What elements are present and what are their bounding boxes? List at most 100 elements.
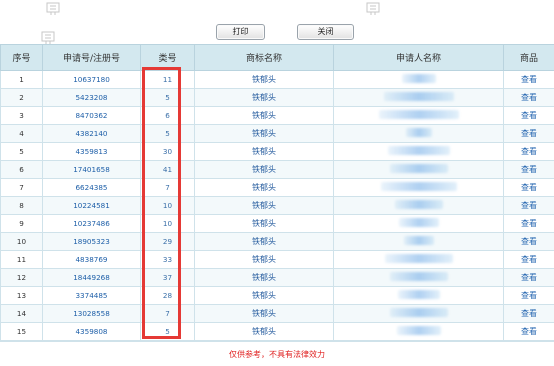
class-number: 7 xyxy=(140,304,195,323)
reg-number: 18905323 xyxy=(42,232,141,251)
mark-name: 铁郁头 xyxy=(194,196,334,215)
class-number: 5 xyxy=(140,322,195,341)
reg-number: 4382140 xyxy=(42,124,141,143)
redacted-applicant xyxy=(396,326,441,335)
applicant-name xyxy=(333,232,504,251)
mark-name: 铁郁头 xyxy=(194,142,334,161)
mark-name: 铁郁头 xyxy=(194,160,334,179)
mark-name: 铁郁头 xyxy=(194,304,334,323)
reg-number: 4838769 xyxy=(42,250,141,269)
redacted-applicant xyxy=(398,218,439,227)
redacted-applicant xyxy=(401,74,436,83)
table-row: 3 8470362 6 铁郁头 查看 xyxy=(0,106,554,125)
redacted-applicant xyxy=(397,290,440,299)
redacted-applicant xyxy=(405,128,432,137)
reg-number: 3374485 xyxy=(42,286,141,305)
class-number: 6 xyxy=(140,106,195,125)
col-header-index: 序号 xyxy=(0,44,43,71)
view-goods-link[interactable]: 查看 xyxy=(503,124,554,143)
mark-name: 铁郁头 xyxy=(194,106,334,125)
view-goods-link[interactable]: 查看 xyxy=(503,160,554,179)
table-row: 10 18905323 29 铁郁头 查看 xyxy=(0,232,554,251)
view-goods-link[interactable]: 查看 xyxy=(503,142,554,161)
print-button[interactable]: 打印 xyxy=(216,24,265,40)
redacted-applicant xyxy=(394,200,443,209)
redacted-applicant xyxy=(387,146,450,155)
class-number: 5 xyxy=(140,124,195,143)
view-goods-link[interactable]: 查看 xyxy=(503,304,554,323)
applicant-name xyxy=(333,106,504,125)
col-header-class: 类号 xyxy=(140,44,195,71)
reg-number: 5423208 xyxy=(42,88,141,107)
reg-number: 13028558 xyxy=(42,304,141,323)
reg-number: 10224581 xyxy=(42,196,141,215)
view-goods-link[interactable]: 查看 xyxy=(503,232,554,251)
applicant-name xyxy=(333,304,504,323)
row-index: 7 xyxy=(0,178,43,197)
mark-name: 铁郁头 xyxy=(194,232,334,251)
col-header-mark-name: 商标名称 xyxy=(194,44,334,71)
applicant-name xyxy=(333,124,504,143)
redacted-applicant xyxy=(383,92,454,101)
mark-name: 铁郁头 xyxy=(194,322,334,341)
view-goods-link[interactable]: 查看 xyxy=(503,178,554,197)
view-goods-link[interactable]: 查看 xyxy=(503,286,554,305)
mark-name: 铁郁头 xyxy=(194,124,334,143)
mark-name: 铁郁头 xyxy=(194,214,334,233)
row-index: 4 xyxy=(0,124,43,143)
view-goods-link[interactable]: 查看 xyxy=(503,106,554,125)
table-row: 5 4359813 30 铁郁头 查看 xyxy=(0,142,554,161)
view-goods-link[interactable]: 查看 xyxy=(503,196,554,215)
class-number: 7 xyxy=(140,178,195,197)
applicant-name xyxy=(333,286,504,305)
redacted-applicant xyxy=(389,164,448,173)
applicant-name xyxy=(333,322,504,341)
emblem-icon xyxy=(366,2,380,16)
redacted-applicant xyxy=(389,272,448,281)
class-number: 10 xyxy=(140,196,195,215)
view-goods-link[interactable]: 查看 xyxy=(503,268,554,287)
view-goods-link[interactable]: 查看 xyxy=(503,88,554,107)
row-index: 12 xyxy=(0,268,43,287)
applicant-name xyxy=(333,250,504,269)
trademark-table: 序号 申请号/注册号 类号 商标名称 申请人名称 商品 1 10637180 11 铁… xyxy=(0,44,554,341)
legal-disclaimer: 仅供参考，不具有法律效力 xyxy=(229,350,325,359)
view-goods-link[interactable]: 查看 xyxy=(503,250,554,269)
col-header-reg-number: 申请号/注册号 xyxy=(42,44,141,71)
row-index: 5 xyxy=(0,142,43,161)
redacted-applicant xyxy=(378,110,459,119)
emblem-icon xyxy=(46,2,60,16)
table-row: 9 10237486 10 铁郁头 查看 xyxy=(0,214,554,233)
row-index: 9 xyxy=(0,214,43,233)
table-row: 8 10224581 10 铁郁头 查看 xyxy=(0,196,554,215)
row-index: 13 xyxy=(0,286,43,305)
row-index: 8 xyxy=(0,196,43,215)
row-index: 14 xyxy=(0,304,43,323)
reg-number: 6624385 xyxy=(42,178,141,197)
class-number: 10 xyxy=(140,214,195,233)
view-goods-link[interactable]: 查看 xyxy=(503,70,554,89)
applicant-name xyxy=(333,142,504,161)
reg-number: 8470362 xyxy=(42,106,141,125)
table-row: 15 4359808 5 铁郁头 查看 xyxy=(0,322,554,341)
table-row: 7 6624385 7 铁郁头 查看 xyxy=(0,178,554,197)
reg-number: 17401658 xyxy=(42,160,141,179)
table-row: 6 17401658 41 铁郁头 查看 xyxy=(0,160,554,179)
reg-number: 18449268 xyxy=(42,268,141,287)
close-button[interactable]: 关闭 xyxy=(297,24,354,40)
applicant-name xyxy=(333,178,504,197)
mark-name: 铁郁头 xyxy=(194,178,334,197)
applicant-name xyxy=(333,88,504,107)
view-goods-link[interactable]: 查看 xyxy=(503,322,554,341)
row-index: 3 xyxy=(0,106,43,125)
applicant-name xyxy=(333,160,504,179)
view-goods-link[interactable]: 查看 xyxy=(503,214,554,233)
mark-name: 铁郁头 xyxy=(194,268,334,287)
class-number: 11 xyxy=(140,70,195,89)
col-header-applicant: 申请人名称 xyxy=(333,44,504,71)
applicant-name xyxy=(333,268,504,287)
row-index: 2 xyxy=(0,88,43,107)
table-row: 12 18449268 37 铁郁头 查看 xyxy=(0,268,554,287)
redacted-applicant xyxy=(389,308,448,317)
redacted-applicant xyxy=(403,236,434,245)
